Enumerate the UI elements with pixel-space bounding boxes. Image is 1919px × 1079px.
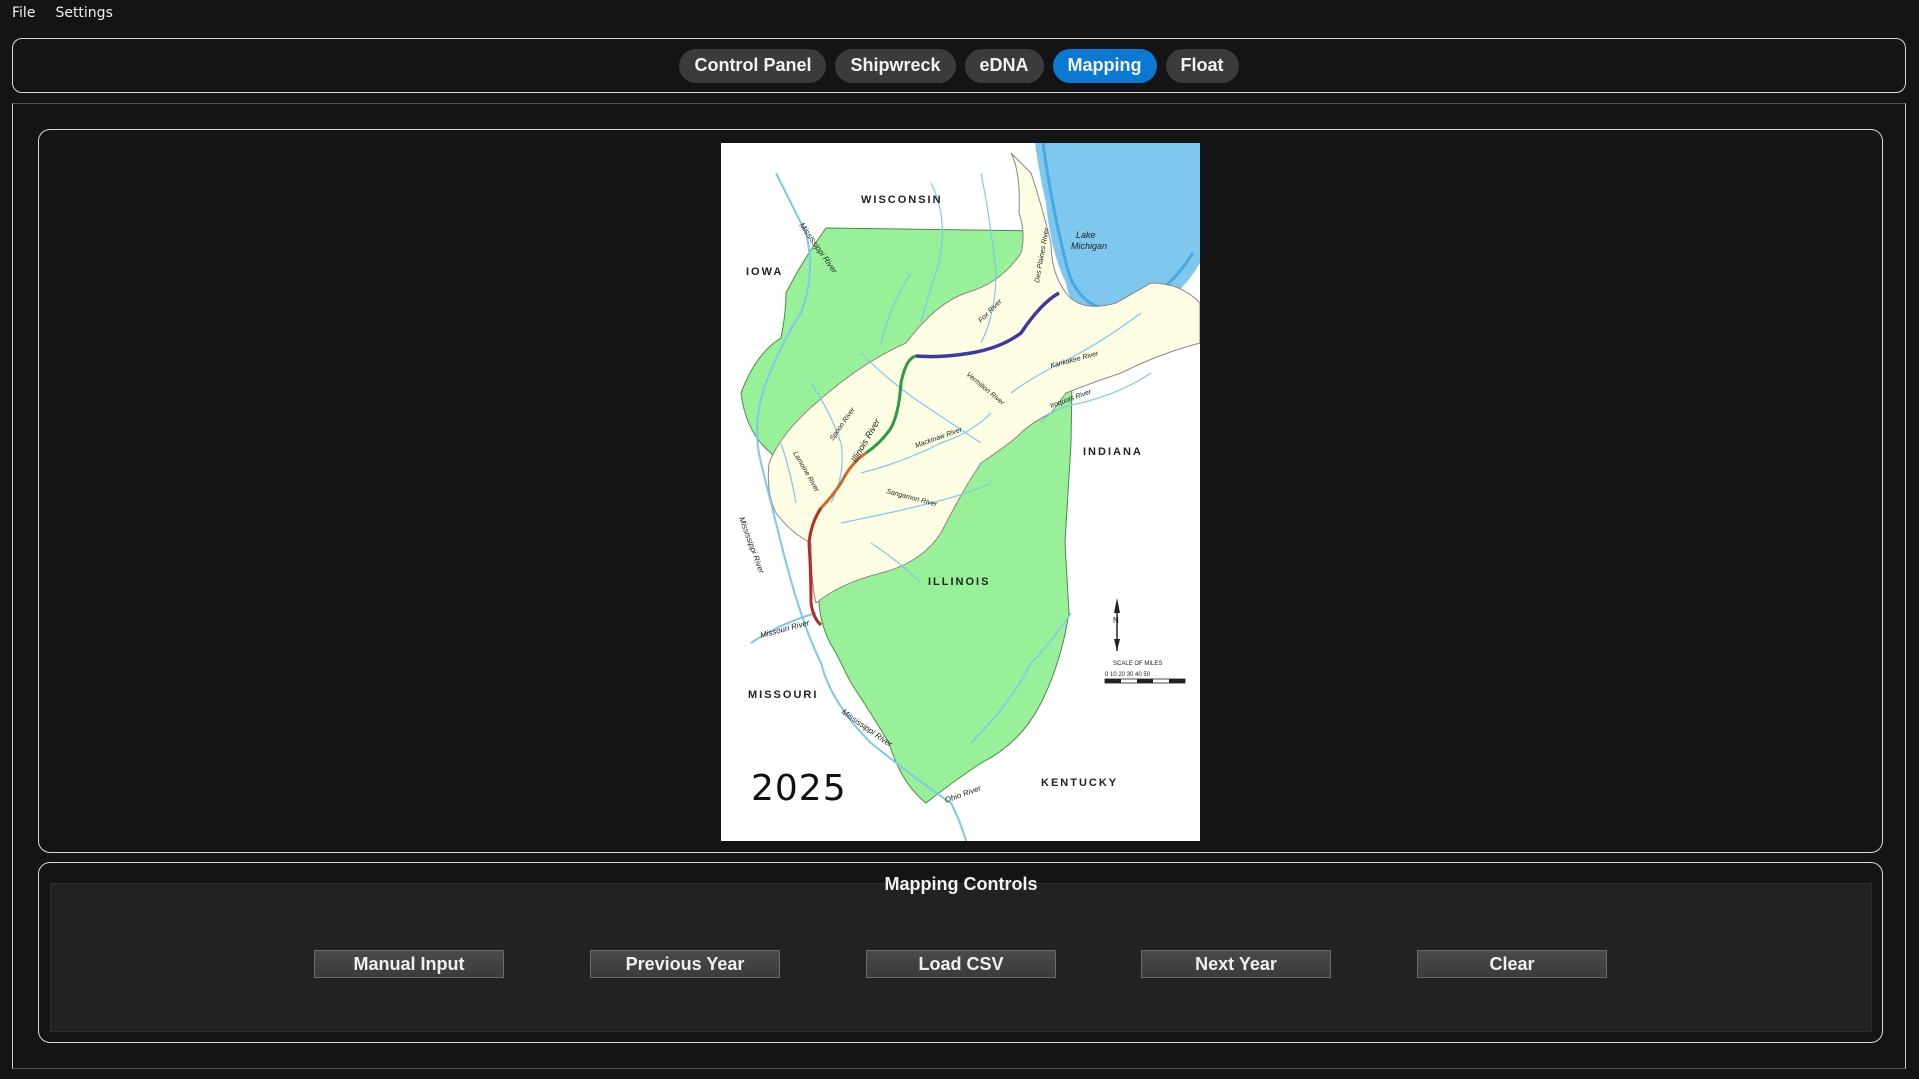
label-illinois: ILLINOIS [928, 576, 990, 588]
label-lake-2: Michigan [1071, 241, 1107, 251]
north-label: N [1113, 616, 1119, 625]
menu-bar: File Settings [0, 0, 1919, 26]
north-arrow-icon: N [1113, 598, 1120, 651]
menu-settings[interactable]: Settings [43, 5, 120, 21]
tab-bar: Control Panel Shipwreck eDNA Mapping Flo… [12, 38, 1906, 93]
label-lake-1: Lake [1076, 230, 1096, 240]
label-ohio-river: Ohio River [944, 783, 983, 804]
map-svg: WISCONSIN IOWA INDIANA ILLINOIS MISSOURI… [737, 143, 1200, 841]
scale-title: SCALE OF MILES [1113, 661, 1162, 667]
load-csv-button[interactable]: Load CSV [866, 950, 1056, 978]
label-iowa: IOWA [746, 266, 783, 278]
tab-edna[interactable]: eDNA [964, 48, 1044, 83]
label-indiana: INDIANA [1083, 446, 1143, 458]
next-year-button[interactable]: Next Year [1141, 950, 1331, 978]
scale-ticks: 0 10 20 30 40 50 [1105, 672, 1151, 678]
manual-input-button[interactable]: Manual Input [314, 950, 504, 978]
label-kentucky: KENTUCKY [1041, 777, 1118, 789]
previous-year-button[interactable]: Previous Year [590, 950, 780, 978]
label-missouri: MISSOURI [748, 689, 818, 701]
tab-control-panel[interactable]: Control Panel [679, 48, 827, 83]
tab-float[interactable]: Float [1165, 48, 1239, 83]
label-mississippi-river-middle: Mississippi River [737, 516, 766, 575]
scale-bar [1104, 678, 1186, 684]
mapping-controls-title: Mapping Controls [884, 874, 1038, 894]
year-label: 2025 [751, 768, 847, 809]
clear-button[interactable]: Clear [1417, 950, 1607, 978]
tab-mapping[interactable]: Mapping [1052, 48, 1157, 83]
label-wisconsin: WISCONSIN [861, 194, 943, 206]
label-missouri-river: Missouri River [759, 618, 811, 640]
tab-shipwreck[interactable]: Shipwreck [835, 48, 956, 83]
menu-file[interactable]: File [0, 5, 43, 21]
illinois-river-map: WISCONSIN IOWA INDIANA ILLINOIS MISSOURI… [721, 143, 1200, 841]
